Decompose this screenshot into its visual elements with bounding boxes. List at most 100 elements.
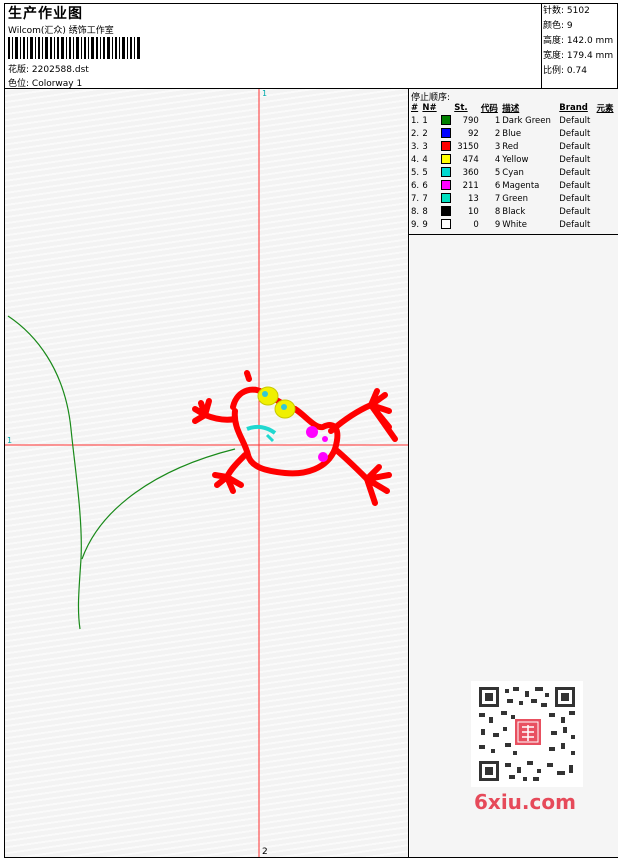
magenta-spot-1 [306,426,318,438]
watermark-site: 6xiu.com [474,790,576,814]
left-eye [257,386,279,406]
color-swatch [440,128,451,139]
row-brand: Default [559,128,591,139]
design-scale: 比例: 0.74 [543,66,587,76]
row-code: 4 [494,154,501,165]
color-swatch [440,167,451,178]
row-description: White [502,219,527,230]
row-element [596,140,617,153]
table-row: 4. 4 474 4 Yellow Default [410,153,617,166]
row-stitches: 13 [468,193,479,204]
panel-divider [408,88,409,858]
row-code: 9 [494,219,501,230]
row-code: 3 [494,141,501,152]
design-file-label: 花版: [8,65,30,75]
row-brand: Default [559,141,591,152]
row-code: 5 [494,167,501,178]
left-pupil [262,391,268,397]
row-stitches: 474 [462,154,479,165]
table-row: 2. 2 92 2 Blue Default [410,127,617,140]
magenta-spot-2 [318,452,328,462]
row-swatch [440,140,454,153]
row-needle: 3 [422,141,428,152]
row-swatch [440,218,454,231]
row-swatch [440,114,454,127]
row-swatch [440,192,454,205]
row-element [596,166,617,179]
row-swatch [440,127,454,140]
row-brand: Default [559,115,591,126]
row-index: 2. [411,128,420,139]
row-index: 7. [411,193,420,204]
stem-line-2 [81,448,236,560]
row-code: 6 [494,180,501,191]
row-brand: Default [559,219,591,230]
design-file-value: 2202588.dst [31,65,89,75]
row-stitches: 211 [462,180,479,191]
row-description: Black [502,206,526,217]
table-row: 1. 1 790 1 Dark Green Default [410,114,617,127]
design-height: 高度: 142.0 mm [543,36,614,46]
table-row: 6. 6 211 6 Magenta Default [410,179,617,192]
table-row: 5. 5 360 5 Cyan Default [410,166,617,179]
row-index: 8. [411,206,420,217]
row-swatch [440,153,454,166]
table-row: 7. 7 13 7 Green Default [410,192,617,205]
embroidery-preview [5,89,408,857]
row-element [596,205,617,218]
row-code: 2 [494,128,501,139]
color-swatch [440,115,451,126]
row-needle: 4 [422,154,428,165]
row-needle: 8 [422,206,428,217]
row-element [596,179,617,192]
row-description: Red [502,141,519,152]
color-swatch [440,180,451,191]
col-element: 元素 [596,103,614,114]
col-stitches: St. [454,102,468,113]
axis-left-label: 1 [7,436,13,445]
row-stitches: 3150 [457,141,479,152]
col-needle: N# [422,102,437,113]
frog-body [192,370,398,506]
row-description: Blue [502,128,522,139]
row-description: Green [502,193,529,204]
color-swatch [440,206,451,217]
row-description: Yellow [502,154,529,165]
row-swatch [440,166,454,179]
row-stitches: 92 [468,128,479,139]
row-description: Cyan [502,167,524,178]
row-stitches: 360 [462,167,479,178]
row-index: 4. [411,154,420,165]
axis-bottom-label: 2 [262,847,268,857]
design-width: 宽度: 179.4 mm [543,51,614,61]
stem-line-1 [7,315,82,630]
right-pupil [281,404,287,410]
col-index: # [411,102,419,113]
color-swatch [440,154,451,165]
row-stitches: 0 [473,219,479,230]
row-needle: 2 [422,128,428,139]
row-stitches: 790 [462,115,479,126]
row-brand: Default [559,167,591,178]
row-brand: Default [559,154,591,165]
table-row: 8. 8 10 8 Black Default [410,205,617,218]
col-code: 代码 [480,103,498,114]
row-swatch [440,179,454,192]
design-canvas: 1 1 2 [5,89,408,857]
axis-top-label: 1 [262,89,268,98]
row-code: 8 [494,206,501,217]
table-bottom-divider [409,234,618,235]
stats-divider [541,3,542,89]
row-brand: Default [559,206,591,217]
table-header-row: # N# St. 代码 描述 Brand 元素 [410,101,617,114]
row-brand: Default [559,193,591,204]
page-title: 生产作业图 [8,6,83,22]
magenta-spot-3 [322,436,328,442]
row-swatch [440,205,454,218]
row-stitches: 10 [468,206,479,217]
barcode-icon [8,37,140,59]
row-index: 1. [411,115,420,126]
row-needle: 7 [422,193,428,204]
mouth-cyan [246,424,277,435]
row-index: 3. [411,141,420,152]
